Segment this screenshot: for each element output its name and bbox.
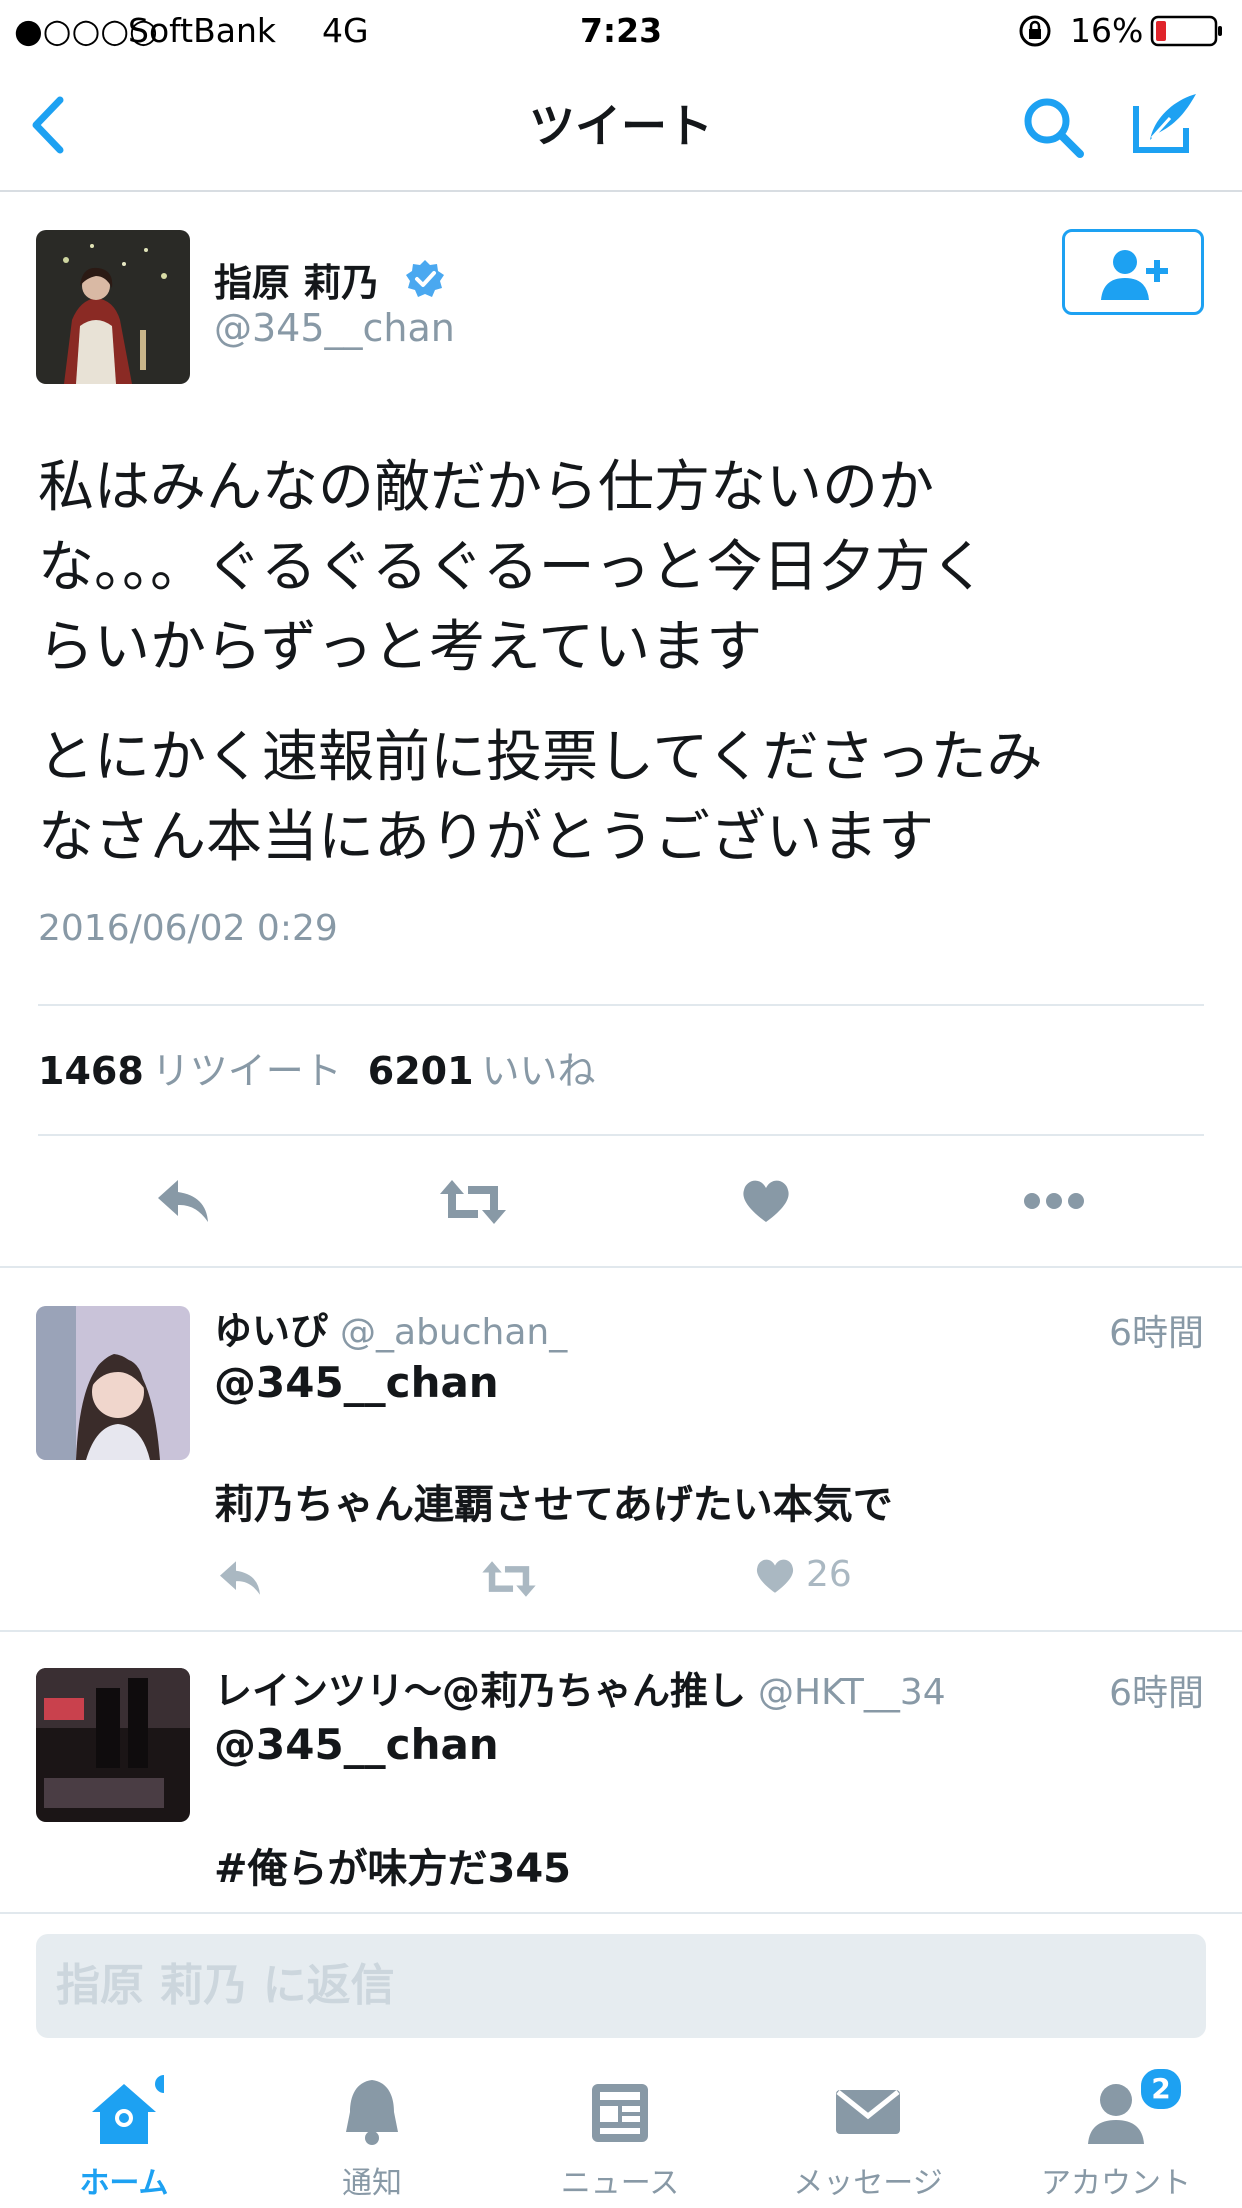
follow-button[interactable] <box>1062 229 1204 315</box>
reply-icon[interactable] <box>216 1558 264 1598</box>
search-icon[interactable] <box>1020 94 1086 160</box>
reply-input[interactable]: 指原 莉乃 に返信 <box>36 1934 1206 2038</box>
compose-icon[interactable] <box>1130 88 1202 160</box>
tab-news[interactable]: ニュース <box>496 2066 744 2208</box>
rotation-lock-icon <box>1018 14 1052 48</box>
author-avatar[interactable] <box>36 230 190 384</box>
reply-author-handle[interactable]: @HKT__34 <box>758 1672 946 1713</box>
tweet-line: な。。。ぐるぐるぐるーっと今日夕方く <box>38 535 987 600</box>
divider <box>38 1134 1204 1136</box>
navigation-bar: ツイート <box>0 62 1242 192</box>
tweet-timestamp[interactable]: 2016/06/02 0:29 <box>38 908 338 949</box>
reply-author-name[interactable]: ゆいぴ <box>214 1309 328 1353</box>
reply-time: 6時間 <box>1109 1673 1204 1714</box>
bell-icon <box>332 2072 412 2152</box>
reply-author-name[interactable]: レインツリ〜@莉乃ちゃん推し <box>214 1669 746 1713</box>
like-count[interactable]: 6201 <box>368 1049 474 1093</box>
account-badge: 2 <box>1138 2066 1184 2112</box>
battery-percent: 16% <box>1070 11 1144 50</box>
tab-home[interactable]: ホーム <box>0 2066 248 2208</box>
retweet-icon[interactable] <box>438 1176 508 1228</box>
tab-account[interactable]: 2 アカウント <box>992 2066 1240 2208</box>
retweet-count[interactable]: 1468 <box>38 1049 144 1093</box>
tab-notifications[interactable]: 通知 <box>248 2066 496 2208</box>
tweet-body: 私はみんなの敵だから仕方ないのか な。。。ぐるぐるぐるーっと今日夕方く らいから… <box>38 448 1208 878</box>
battery-icon <box>1150 14 1224 48</box>
clock: 7:23 <box>579 11 663 50</box>
reply-author-handle[interactable]: @_abuchan_ <box>340 1312 567 1353</box>
reply-like-count: 26 <box>806 1554 852 1595</box>
tweet-line: なさん本当にありがとうございます <box>38 805 934 870</box>
tweet-paragraph: とにかく速報前に投票してくださったみ なさん本当にありがとうございます <box>38 718 1208 878</box>
reply-time: 6時間 <box>1109 1313 1204 1354</box>
tab-bar: ホーム 通知 ニュース メッセージ 2 アカウント <box>0 2066 1242 2208</box>
news-icon <box>580 2072 660 2152</box>
like-heart-icon[interactable] <box>740 1176 792 1226</box>
divider <box>38 1004 1204 1006</box>
tweet-line: らいからずっと考えています <box>38 615 763 680</box>
reply-mention[interactable]: @345__chan <box>214 1358 499 1407</box>
retweet-count-label[interactable]: リツイート <box>152 1049 342 1093</box>
tab-label: ニュース <box>560 2166 680 2201</box>
tweet-paragraph: 私はみんなの敵だから仕方ないのか な。。。ぐるぐるぐるーっと今日夕方く らいから… <box>38 448 1208 688</box>
tweet-line: とにかく速報前に投票してくださったみ <box>38 725 1043 790</box>
tab-label: メッセージ <box>793 2166 943 2201</box>
tab-label: 通知 <box>342 2166 402 2201</box>
tweet-line: 私はみんなの敵だから仕方ないのか <box>38 455 934 520</box>
reply-text: #俺らが味方だ345 <box>214 1846 572 1892</box>
tab-messages[interactable]: メッセージ <box>744 2066 992 2208</box>
reply-tweet[interactable]: レインツリ〜@莉乃ちゃん推し @HKT__34 6時間 @345__chan #俺… <box>0 1632 1242 1912</box>
reply-icon[interactable] <box>154 1176 212 1226</box>
tweet-stats: 1468 リツイート 6201 いいね <box>38 1040 622 1095</box>
more-options-icon[interactable] <box>1022 1188 1086 1214</box>
author-handle[interactable]: @345__chan <box>214 306 455 350</box>
retweet-icon[interactable] <box>480 1558 538 1600</box>
reply-author-line: ゆいぴ @_abuchan_ <box>214 1300 567 1355</box>
author-name-text: 指原 莉乃 <box>214 261 380 305</box>
reply-avatar[interactable] <box>36 1306 190 1460</box>
divider <box>0 1912 1242 1914</box>
add-user-icon <box>1097 246 1173 302</box>
envelope-icon <box>828 2072 908 2152</box>
reply-text: 莉乃ちゃん連覇させてあげたい本気で <box>214 1482 893 1528</box>
like-heart-icon[interactable] <box>754 1556 796 1596</box>
home-icon <box>84 2072 173 2152</box>
tab-label: ホーム <box>79 2166 169 2201</box>
author-name[interactable]: 指原 莉乃 <box>214 252 379 307</box>
status-bar: ●○○○○ SoftBank 4G 7:23 16% <box>0 0 1242 62</box>
tab-label: アカウント <box>1041 2166 1191 2201</box>
reply-tweet[interactable]: ゆいぴ @_abuchan_ 6時間 @345__chan 莉乃ちゃん連覇させてあ… <box>0 1268 1242 1630</box>
reply-author-line: レインツリ〜@莉乃ちゃん推し @HKT__34 <box>214 1660 946 1715</box>
verified-badge-icon <box>404 258 446 300</box>
reply-mention[interactable]: @345__chan <box>214 1720 499 1769</box>
reply-avatar[interactable] <box>36 1668 190 1822</box>
like-count-label[interactable]: いいね <box>482 1049 596 1093</box>
